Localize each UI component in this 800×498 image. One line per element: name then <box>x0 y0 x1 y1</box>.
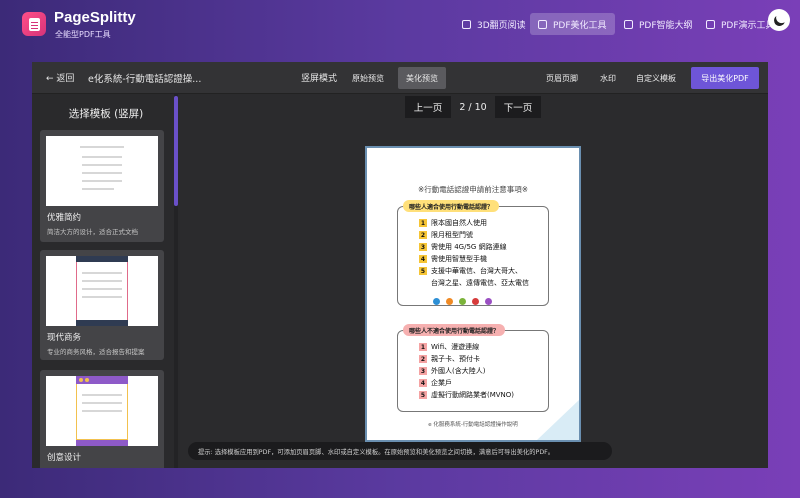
document-heading: ※行動電話認證申請前注意事項※ <box>417 185 529 194</box>
export-pdf-button[interactable]: 导出美化PDF <box>691 67 759 89</box>
template-card-business[interactable]: 现代商务 专业的商务风格，适合报告和提案 <box>40 250 164 360</box>
pdf-page-preview: ※行動電話認證申請前注意事項※ 哪些人適合使用行動電話認證？ 1 限本國自然人使用… <box>365 146 581 442</box>
template-name: 创意设计 <box>47 453 82 463</box>
custom-template-button[interactable]: 自定义模板 <box>628 67 684 89</box>
edit-icon <box>538 19 547 29</box>
list-item: 3 需使用 4G/5G 網路連線 <box>419 243 507 251</box>
page-indicator: 2 / 10 <box>459 101 487 113</box>
nav-3d-flip-reader[interactable]: 3D翻页阅读 <box>454 13 534 35</box>
list-item: 3 外國人(含大陸人) <box>419 367 486 375</box>
back-button[interactable]: ← 返回 <box>46 71 74 84</box>
template-description: 简洁大方的设计，适合正式文档 <box>47 228 138 236</box>
tab-original-preview[interactable]: 原始预览 <box>344 67 392 89</box>
template-sidebar: 选择模板 (竖屏) 优雅简约 简洁大方的设计，适合正式文档 现代商务 专业的商务… <box>32 94 180 468</box>
template-thumbnail <box>46 136 158 206</box>
toolbar: ← 返回 e化系統-行動電話認證操... 竖屏模式 原始预览 美化预览 页眉页脚… <box>32 62 768 94</box>
template-description: 专业的商务风格，适合报告和提案 <box>47 348 145 356</box>
tab-beautified-preview[interactable]: 美化预览 <box>398 67 446 89</box>
document-title: e化系統-行動電話認證操... <box>88 74 202 85</box>
sidebar-scroll-thumb[interactable] <box>174 96 178 206</box>
app-logo-icon <box>22 12 46 36</box>
page-corner-decoration <box>537 400 579 440</box>
carrier-logo-icon <box>433 297 440 305</box>
carrier-logo-icon <box>472 297 479 305</box>
carrier-logo-icon <box>446 297 453 305</box>
outline-icon <box>624 19 633 29</box>
header-footer-button[interactable]: 页眉页脚 <box>538 67 586 89</box>
template-card-creative[interactable]: 创意设计 <box>40 370 164 468</box>
carrier-logo-icon <box>459 297 466 305</box>
list-item: 2 限月租型門號 <box>419 231 473 239</box>
hint-bar: 提示: 选择模板应用到PDF，可添加页眉页脚、水印或自定义模板。在原始预览和美化… <box>188 442 612 460</box>
list-item-continuation: 台灣之星、遠傳電信、亞太電信 <box>431 279 529 287</box>
prev-page-button[interactable]: 上一页 <box>405 96 451 118</box>
nav-pdf-outline[interactable]: PDF智能大纲 <box>616 13 701 35</box>
next-page-button[interactable]: 下一页 <box>495 96 541 118</box>
brand-name: PageSplitty <box>54 9 136 26</box>
list-item: 4 需使用智慧型手機 <box>419 255 487 263</box>
carrier-logo-icon <box>485 297 492 305</box>
brand-subtitle: 全能型PDF工具 <box>55 30 111 39</box>
list-item: 1 Wifi、漫遊連線 <box>419 343 480 351</box>
sidebar-title: 选择模板 (竖屏) <box>68 108 144 120</box>
watermark-button[interactable]: 水印 <box>592 67 624 89</box>
top-bar: PageSplitty 全能型PDF工具 3D翻页阅读 PDF美化工具 PDF智… <box>0 0 800 50</box>
editor-window: ← 返回 e化系統-行動電話認證操... 竖屏模式 原始预览 美化预览 页眉页脚… <box>32 62 768 468</box>
list-item: 2 親子卡、預付卡 <box>419 355 480 363</box>
carrier-logos <box>433 296 523 306</box>
list-item: 4 企業戶 <box>419 379 452 387</box>
template-thumbnail <box>46 256 158 326</box>
book-icon <box>462 19 471 29</box>
nav-pdf-beautify[interactable]: PDF美化工具 <box>530 13 615 35</box>
template-name: 现代商务 <box>47 333 82 343</box>
theme-toggle-button[interactable] <box>768 9 790 31</box>
present-icon <box>706 19 715 29</box>
eligible-label: 哪些人適合使用行動電話認證？ <box>403 200 500 212</box>
moon-icon <box>772 13 786 27</box>
ineligible-label: 哪些人不適合使用行動電話認證？ <box>403 324 506 336</box>
orientation-mode[interactable]: 竖屏模式 <box>301 71 337 84</box>
list-item: 5 支援中華電信、台灣大哥大、 <box>419 267 522 275</box>
template-thumbnail <box>46 376 158 446</box>
template-name: 优雅简约 <box>47 213 82 223</box>
list-item: 5 虛擬行動網路業者(MVNO) <box>419 391 515 399</box>
template-card-elegant[interactable]: 优雅简约 简洁大方的设计，适合正式文档 <box>40 130 164 242</box>
list-item: 1 限本國自然人使用 <box>419 219 487 227</box>
